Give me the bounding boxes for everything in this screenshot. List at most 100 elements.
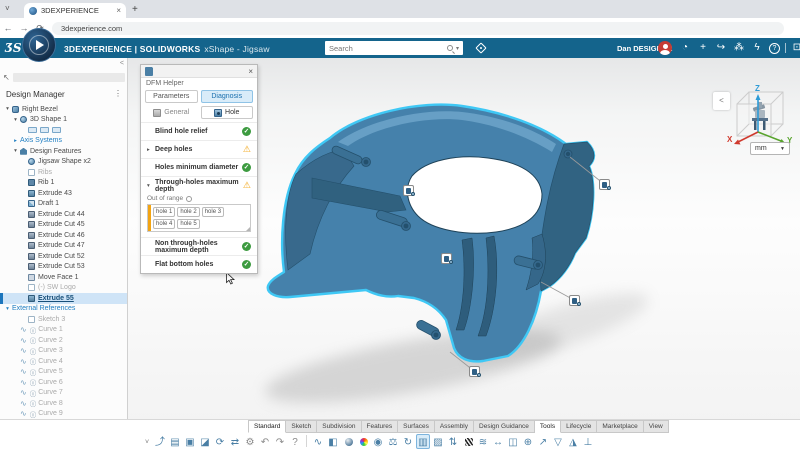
refresh-icon[interactable]: ⟳ xyxy=(213,434,227,449)
screen-capture-icon[interactable]: ◧ xyxy=(326,434,340,449)
compass-icon[interactable]: ◔ xyxy=(676,40,694,56)
tree-item-design-features[interactable]: ▾Design Features xyxy=(0,146,128,157)
tree-item-external-references[interactable]: ▾External References xyxy=(0,304,128,315)
hole-chip-hole-4[interactable]: hole 4 xyxy=(153,219,175,229)
draft-analysis-icon[interactable]: ◮ xyxy=(566,434,580,449)
select-cursor-icon[interactable]: ↖ xyxy=(3,73,10,82)
import-export-icon[interactable]: ⇄ xyxy=(228,434,242,449)
dfm-check-non-through-holes-maximum-depth[interactable]: Non through-holes maximum depth✓ xyxy=(141,237,257,255)
color-wheel-icon[interactable] xyxy=(356,434,370,449)
tree-item-jigsaw-shape-x2[interactable]: Jigsaw Shape x2 xyxy=(0,157,128,168)
tree-item-curve-7[interactable]: ∿ⓘCurve 7 xyxy=(0,388,128,399)
dfm-check-holes-minimum-diameter[interactable]: Holes minimum diameter✓ xyxy=(141,158,257,176)
tree-item-extrude-cut-47[interactable]: Extrude Cut 47 xyxy=(0,241,128,252)
fullscreen-icon[interactable]: ⊡ xyxy=(788,40,800,56)
sidebar-collapse-icon[interactable]: < xyxy=(120,60,124,67)
tree-item-curve-4[interactable]: ∿ⓘCurve 4 xyxy=(0,356,128,367)
mold-analysis-icon[interactable]: ⊥ xyxy=(581,434,595,449)
hole-chip-hole-2[interactable]: hole 2 xyxy=(177,207,199,217)
tree-item-right-bezel[interactable]: ▾Right Bezel xyxy=(0,104,128,115)
compass-logo[interactable] xyxy=(22,28,56,62)
check-expander-icon[interactable]: ▸ xyxy=(147,147,155,153)
hole-flag-4[interactable] xyxy=(569,295,580,306)
display-filter-icon[interactable]: ▽ xyxy=(551,434,565,449)
tree-item-extrude-cut-53[interactable]: Extrude Cut 53 xyxy=(0,262,128,273)
spline-select-icon[interactable]: ∿ xyxy=(311,434,325,449)
tree-filter-input[interactable] xyxy=(13,73,125,82)
help-icon[interactable]: ? xyxy=(288,434,302,449)
dfm-subtab-general[interactable]: General xyxy=(145,106,198,119)
share-export-icon[interactable]: ⤴ xyxy=(153,434,167,449)
tab-search-chevron-icon[interactable]: ˅ xyxy=(5,4,10,13)
dfm-check-deep-holes[interactable]: ▸Deep holes⚠ xyxy=(141,140,257,158)
zebra-stripes-icon[interactable] xyxy=(461,434,475,449)
undo-icon[interactable]: ↶ xyxy=(258,434,272,449)
search-input[interactable] xyxy=(329,44,444,53)
dfm-titlebar[interactable]: × xyxy=(141,65,257,78)
representation-badge-icon[interactable] xyxy=(40,127,49,133)
tree-item-axis-systems[interactable]: ▸Axis Systems xyxy=(0,136,128,147)
browser-tab[interactable]: 3DEXPERIENCE × xyxy=(24,3,126,18)
global-search[interactable]: ▾ xyxy=(325,41,463,55)
representation-badge-icon[interactable] xyxy=(28,127,37,133)
tree-item-curve-8[interactable]: ∿ⓘCurve 8 xyxy=(0,398,128,409)
back-icon[interactable]: ← xyxy=(0,23,16,33)
dfm-check-blind-hole-relief[interactable]: Blind hole relief✓ xyxy=(141,122,257,140)
tree-item-curve-6[interactable]: ∿ⓘCurve 6 xyxy=(0,377,128,388)
tree-item-rib-1[interactable]: Rib 1 xyxy=(0,178,128,189)
render-style-icon[interactable] xyxy=(341,434,355,449)
tree-item-move-face-1[interactable]: Move Face 1 xyxy=(0,272,128,283)
wall-thickness-icon[interactable]: ◫ xyxy=(506,434,520,449)
dimension-icon[interactable]: ↔ xyxy=(491,434,505,449)
hole-chip-hole-3[interactable]: hole 3 xyxy=(202,207,224,217)
share-view-icon[interactable]: ↗ xyxy=(536,434,550,449)
tree-item-curve-2[interactable]: ∿ⓘCurve 2 xyxy=(0,335,128,346)
ribbon-tab-view[interactable]: View xyxy=(644,420,669,433)
align-planes-icon[interactable]: ⇅ xyxy=(446,434,460,449)
swym-community-icon[interactable]: ϟ xyxy=(748,40,766,56)
dfm-helper-icon[interactable]: ▥ xyxy=(416,434,430,449)
hole-flag-1[interactable] xyxy=(403,185,414,196)
turntable-icon[interactable]: ↻ xyxy=(401,434,415,449)
address-bar[interactable]: 3dexperience.com xyxy=(52,22,784,35)
tree-item-extrude-cut-44[interactable]: Extrude Cut 44 xyxy=(0,209,128,220)
dfm-check-through-holes-maximum-depth[interactable]: ▾Through-holes maximum depth⚠ xyxy=(141,176,257,194)
surface-curvature-icon[interactable]: ≋ xyxy=(476,434,490,449)
dfm-check-flat-bottom-holes[interactable]: Flat bottom holes✓ xyxy=(141,255,257,273)
user-avatar[interactable] xyxy=(658,41,672,55)
tree-item-ribs[interactable]: Ribs xyxy=(0,167,128,178)
tree-item-sw-logo[interactable]: (-) SW Logo xyxy=(0,283,128,294)
new-tab-button[interactable]: + xyxy=(132,4,138,15)
share-forward-icon[interactable]: ↪ xyxy=(712,40,730,56)
tree-item-curve-5[interactable]: ∿ⓘCurve 5 xyxy=(0,367,128,378)
tree-item-curve-9[interactable]: ∿ⓘCurve 9 xyxy=(0,409,128,420)
dfm-xpress-icon[interactable]: ▨ xyxy=(431,434,445,449)
tab-close-icon[interactable]: × xyxy=(116,6,121,15)
tree-expander-icon[interactable]: ▾ xyxy=(11,117,20,123)
search-icon[interactable] xyxy=(447,45,453,51)
add-content-icon[interactable]: + xyxy=(694,40,712,56)
out-of-range-icon[interactable] xyxy=(186,196,192,202)
tree-item-extrude-cut-45[interactable]: Extrude Cut 45 xyxy=(0,220,128,231)
tree-item-extrude-cut-46[interactable]: Extrude Cut 46 xyxy=(0,230,128,241)
units-dropdown[interactable]: mm ▼ xyxy=(750,142,790,155)
hole-chip-hole-1[interactable]: hole 1 xyxy=(153,207,175,217)
hole-chip-hole-5[interactable]: hole 5 xyxy=(177,219,199,229)
dfm-subtab-hole[interactable]: Hole xyxy=(201,106,254,119)
settings-icon[interactable]: ⚙ xyxy=(243,434,257,449)
web-help-icon[interactable]: ⊕ xyxy=(521,434,535,449)
share-network-icon[interactable]: ⁂ xyxy=(730,40,748,56)
overflow-chevron-icon[interactable]: ˅ xyxy=(142,434,152,449)
tree-item-extrude-43[interactable]: Extrude 43 xyxy=(0,188,128,199)
hole-chip-box[interactable]: hole 1hole 2hole 3 hole 4hole 5 xyxy=(147,204,251,232)
save-as-image-icon[interactable]: ◪ xyxy=(198,434,212,449)
tree-item-3d-shape-1[interactable]: ▾3D Shape 1 xyxy=(0,115,128,126)
redo-icon[interactable]: ↷ xyxy=(273,434,287,449)
hole-flag-2[interactable] xyxy=(599,179,610,190)
sidebar-menu-icon[interactable]: ⋮ xyxy=(114,89,122,98)
tree-expander-icon[interactable]: ▾ xyxy=(11,148,20,154)
tree-expander-icon[interactable]: ▾ xyxy=(3,306,12,312)
ribbon-tab-marketplace[interactable]: Marketplace xyxy=(597,420,643,433)
dfm-close-icon[interactable]: × xyxy=(248,67,253,76)
tree-item-extrude-55[interactable]: Extrude 55 xyxy=(0,293,128,304)
